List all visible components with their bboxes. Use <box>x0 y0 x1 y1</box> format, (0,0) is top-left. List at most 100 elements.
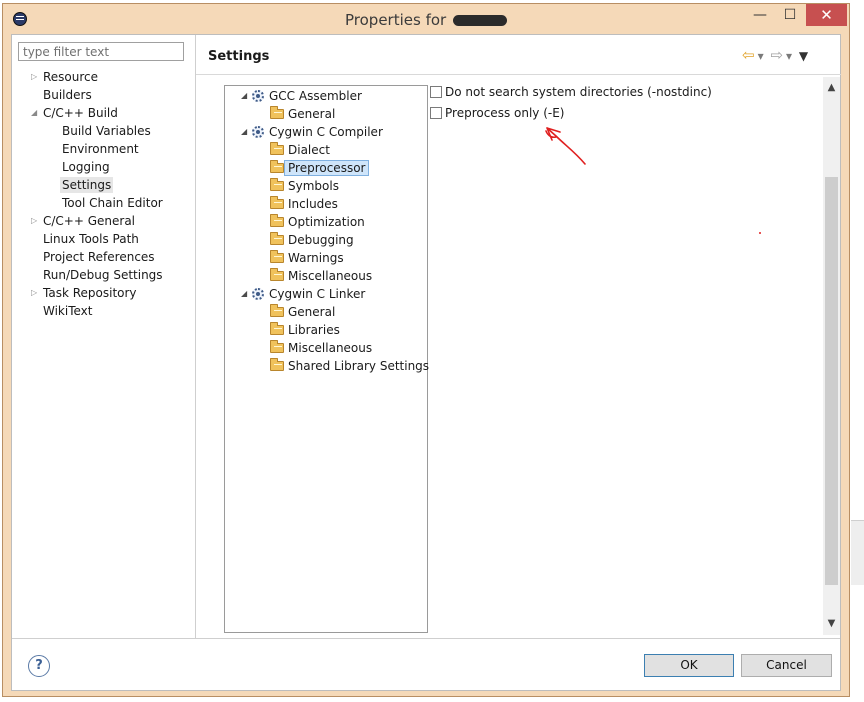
option-folder-icon <box>270 142 284 155</box>
option-folder-icon <box>270 340 284 353</box>
tree-item-label: Libraries <box>288 323 340 337</box>
window-title-text: Properties for <box>345 11 447 29</box>
tool-gear-icon <box>252 288 264 300</box>
tree-item-warnings[interactable]: Warnings <box>270 249 344 267</box>
tree-item-linker-miscellaneous[interactable]: Miscellaneous <box>270 339 372 357</box>
nav-item-label: Linux Tools Path <box>43 232 139 246</box>
tree-item-label: General <box>288 107 336 121</box>
title-bar[interactable]: Properties for — ☐ ✕ <box>3 4 849 34</box>
tool-gear-icon <box>252 90 264 102</box>
header-divider <box>196 74 841 75</box>
scroll-up-icon[interactable]: ▲ <box>823 79 840 96</box>
nav-item-logging[interactable]: Logging <box>62 158 110 176</box>
nav-item-label: Builders <box>43 88 92 102</box>
redacted-project-name <box>452 15 507 26</box>
nav-item-label: Logging <box>62 160 110 174</box>
nav-item-cpp-build[interactable]: ◢ C/C++ Build <box>31 104 118 122</box>
cancel-button[interactable]: Cancel <box>741 654 832 677</box>
tree-item-assembler-general[interactable]: General <box>270 105 336 123</box>
option-folder-icon <box>270 268 284 281</box>
nav-item-label: Build Variables <box>62 124 151 138</box>
nav-item-label: WikiText <box>43 304 93 318</box>
forward-arrow-icon[interactable]: ⇨ <box>770 46 783 64</box>
nav-item-label: C/C++ Build <box>43 106 118 120</box>
nav-item-run-debug-settings[interactable]: Run/Debug Settings <box>43 266 163 284</box>
tree-item-cygwin-c-linker[interactable]: ◢ Cygwin C Linker <box>241 285 366 303</box>
nav-item-label: C/C++ General <box>43 214 136 228</box>
tree-item-label: Dialect <box>288 143 330 157</box>
nav-item-build-variables[interactable]: Build Variables <box>62 122 151 140</box>
nostdinc-checkbox[interactable] <box>430 86 442 98</box>
nav-item-builders[interactable]: Builders <box>43 86 92 104</box>
tree-item-label: Cygwin C Linker <box>269 287 366 301</box>
collapse-arrow-icon[interactable]: ◢ <box>241 87 251 105</box>
help-button[interactable]: ? <box>28 655 50 677</box>
tree-item-compiler-miscellaneous[interactable]: Miscellaneous <box>270 267 372 285</box>
nav-item-label: Run/Debug Settings <box>43 268 163 282</box>
tree-item-label: Shared Library Settings <box>288 359 430 373</box>
nav-item-resource[interactable]: ▷ Resource <box>31 68 99 86</box>
tree-item-label: General <box>288 305 336 319</box>
option-folder-icon <box>270 106 284 119</box>
tree-item-label: Warnings <box>288 251 344 265</box>
nav-item-linux-tools-path[interactable]: Linux Tools Path <box>43 230 139 248</box>
tree-item-label: GCC Assembler <box>269 89 362 103</box>
option-folder-icon <box>270 358 284 371</box>
close-button[interactable]: ✕ <box>806 4 847 26</box>
tree-item-libraries[interactable]: Libraries <box>270 321 340 339</box>
scrollbar-thumb[interactable] <box>825 177 838 585</box>
nav-item-project-references[interactable]: Project References <box>43 248 155 266</box>
option-folder-icon <box>270 232 284 245</box>
tree-item-label: Symbols <box>288 179 339 193</box>
nav-divider <box>195 35 196 638</box>
back-arrow-icon[interactable]: ⇦ <box>742 46 755 64</box>
ok-button[interactable]: OK <box>644 654 734 677</box>
tree-item-cygwin-c-compiler[interactable]: ◢ Cygwin C Compiler <box>241 123 383 141</box>
option-folder-icon <box>270 250 284 263</box>
nav-item-label: Task Repository <box>43 286 137 300</box>
tree-item-symbols[interactable]: Symbols <box>270 177 339 195</box>
nav-item-label: Environment <box>62 142 139 156</box>
dialog-client-area: ▷ Resource Builders ◢ C/C++ Build Build Va… <box>11 34 841 691</box>
tree-item-includes[interactable]: Includes <box>270 195 338 213</box>
forward-dropdown-icon[interactable]: ▾ <box>786 49 792 63</box>
view-menu-icon[interactable]: ▼ <box>799 49 808 63</box>
history-toolbar: ⇦ ▾ ⇨ ▾ ▼ <box>742 46 811 64</box>
option-preprocess-only[interactable]: Preprocess only (-E) <box>430 104 565 122</box>
nav-item-label: Tool Chain Editor <box>62 196 163 210</box>
minimize-button[interactable]: — <box>745 4 775 26</box>
option-folder-icon <box>270 178 284 191</box>
nav-item-environment[interactable]: Environment <box>62 140 139 158</box>
nav-item-label: Resource <box>43 70 99 84</box>
maximize-button[interactable]: ☐ <box>775 4 805 26</box>
nav-item-task-repository[interactable]: ▷ Task Repository <box>31 284 137 302</box>
option-label: Preprocess only (-E) <box>445 106 565 120</box>
option-nostdinc[interactable]: Do not search system directories (-nostd… <box>430 83 712 101</box>
vertical-scrollbar[interactable]: ▲ ▼ <box>823 77 840 635</box>
expand-arrow-icon[interactable]: ▷ <box>31 212 37 230</box>
filter-input[interactable] <box>18 42 184 61</box>
nav-item-tool-chain-editor[interactable]: Tool Chain Editor <box>62 194 163 212</box>
option-folder-icon <box>270 214 284 227</box>
back-dropdown-icon[interactable]: ▾ <box>758 49 764 63</box>
preprocess-only-checkbox[interactable] <box>430 107 442 119</box>
tree-item-debugging[interactable]: Debugging <box>270 231 354 249</box>
tree-item-linker-general[interactable]: General <box>270 303 336 321</box>
tree-item-dialect[interactable]: Dialect <box>270 141 330 159</box>
tree-item-label: Optimization <box>288 215 365 229</box>
scroll-down-icon[interactable]: ▼ <box>823 615 840 632</box>
tree-item-preprocessor[interactable]: Preprocessor <box>270 159 370 177</box>
nav-item-settings[interactable]: Settings <box>60 176 114 194</box>
collapse-arrow-icon[interactable]: ◢ <box>241 285 251 303</box>
tool-gear-icon <box>252 126 264 138</box>
collapse-arrow-icon[interactable]: ◢ <box>31 104 37 122</box>
tree-item-optimization[interactable]: Optimization <box>270 213 365 231</box>
expand-arrow-icon[interactable]: ▷ <box>31 284 37 302</box>
nav-item-wikitext[interactable]: WikiText <box>43 302 93 320</box>
tree-item-gcc-assembler[interactable]: ◢ GCC Assembler <box>241 87 362 105</box>
tree-item-shared-library-settings[interactable]: Shared Library Settings <box>270 357 430 375</box>
expand-arrow-icon[interactable]: ▷ <box>31 68 37 86</box>
properties-dialog: Properties for — ☐ ✕ ▷ Resource Builders … <box>2 3 850 697</box>
collapse-arrow-icon[interactable]: ◢ <box>241 123 251 141</box>
nav-item-cpp-general[interactable]: ▷ C/C++ General <box>31 212 136 230</box>
